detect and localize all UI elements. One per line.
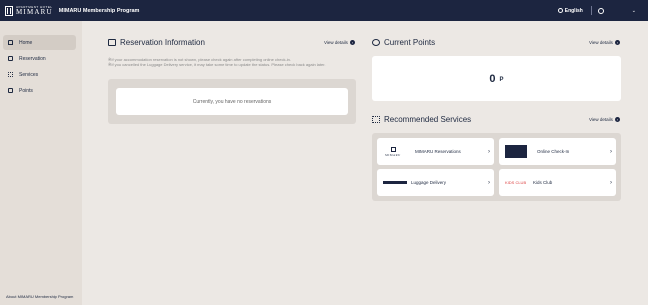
chevron-right-icon: ›: [610, 148, 612, 155]
service-card-luggage-delivery[interactable]: Luggage Delivery ›: [377, 169, 494, 196]
app-title: MIMARU Membership Program: [58, 7, 140, 14]
chevron-right-icon: ›: [488, 179, 490, 186]
globe-icon: [557, 8, 563, 13]
reservation-panel: Currently, you have no reservations: [108, 79, 356, 124]
sidebar-item-label: Home: [19, 39, 33, 46]
points-icon: [372, 39, 380, 46]
grid-icon: [372, 116, 380, 123]
service-card-online-checkin[interactable]: Online Check-In ›: [499, 138, 616, 165]
arrow-right-icon: ›: [349, 40, 355, 45]
sidebar: Home Reservation Services Points About M…: [0, 21, 82, 305]
brand-name: MIMARU: [16, 7, 53, 16]
chevron-right-icon: ›: [488, 148, 490, 155]
arrow-right-icon: ›: [614, 40, 620, 45]
sidebar-item-label: Reservation: [19, 55, 46, 62]
services-view-details[interactable]: View details ›: [589, 117, 620, 122]
grid-icon: [8, 72, 13, 77]
arrow-right-icon: ›: [614, 117, 620, 122]
service-label: Kids Club: [533, 180, 553, 185]
service-label: Online Check-In: [537, 149, 570, 154]
kids-club-logo: KIDS CLUB: [505, 180, 527, 185]
view-details-label: View details: [589, 40, 613, 45]
empty-reservations: Currently, you have no reservations: [116, 88, 348, 115]
mimaru-logo: MIMARU: [383, 145, 403, 159]
view-details-label: View details: [589, 117, 613, 122]
luggage-logo: [383, 181, 407, 184]
services-panel: MIMARU MIMARU Reservations › Online Chec…: [372, 133, 621, 201]
service-label: Luggage Delivery: [411, 180, 447, 185]
divider: [590, 6, 592, 15]
checkin-logo: [505, 145, 527, 158]
points-value: 0: [489, 72, 497, 85]
sidebar-item-points[interactable]: Points: [3, 83, 76, 98]
calendar-icon: [8, 56, 13, 61]
points-icon: [8, 88, 13, 93]
service-card-kids-club[interactable]: KIDS CLUB Kids Club ›: [499, 169, 616, 196]
sidebar-item-home[interactable]: Home: [3, 35, 76, 50]
sidebar-item-label: Points: [19, 87, 33, 94]
points-unit: P: [499, 77, 504, 83]
reservation-view-details[interactable]: View details ›: [324, 40, 355, 45]
notice-line: ※If you cancelled the Luggage Delivery s…: [108, 62, 326, 67]
language-label: English: [564, 7, 583, 14]
sidebar-item-services[interactable]: Services: [3, 67, 76, 82]
service-label: MIMARU Reservations: [415, 149, 461, 154]
chevron-down-icon[interactable]: ⌄: [632, 8, 636, 14]
top-bar: APARTMENT HOTEL MIMARU MIMARU Membership…: [0, 0, 648, 21]
points-view-details[interactable]: View details ›: [589, 40, 620, 45]
sidebar-item-label: Services: [19, 71, 39, 78]
user-icon[interactable]: [597, 7, 604, 14]
view-details-label: View details: [324, 40, 348, 45]
calendar-icon: [108, 39, 116, 46]
service-card-mimaru-reservations[interactable]: MIMARU MIMARU Reservations ›: [377, 138, 494, 165]
chevron-right-icon: ›: [610, 179, 612, 186]
points-title: Current Points: [372, 38, 435, 47]
reservation-notice: ※If your accommodation reservation is no…: [108, 57, 358, 67]
brand-logo[interactable]: APARTMENT HOTEL MIMARU MIMARU Membership…: [5, 5, 140, 16]
points-title-text: Current Points: [384, 38, 436, 47]
sidebar-item-reservation[interactable]: Reservation: [3, 51, 76, 66]
reservation-title: Reservation Information: [108, 38, 205, 47]
points-card: 0 P: [372, 56, 621, 101]
reservation-title-text: Reservation Information: [120, 38, 205, 47]
mimaru-logo-icon: [5, 5, 13, 16]
services-title-text: Recommended Services: [384, 115, 472, 124]
language-selector[interactable]: English: [557, 7, 583, 14]
about-link[interactable]: About MIMARU Membership Program: [6, 294, 73, 299]
home-icon: [8, 40, 13, 45]
services-title: Recommended Services: [372, 115, 471, 124]
